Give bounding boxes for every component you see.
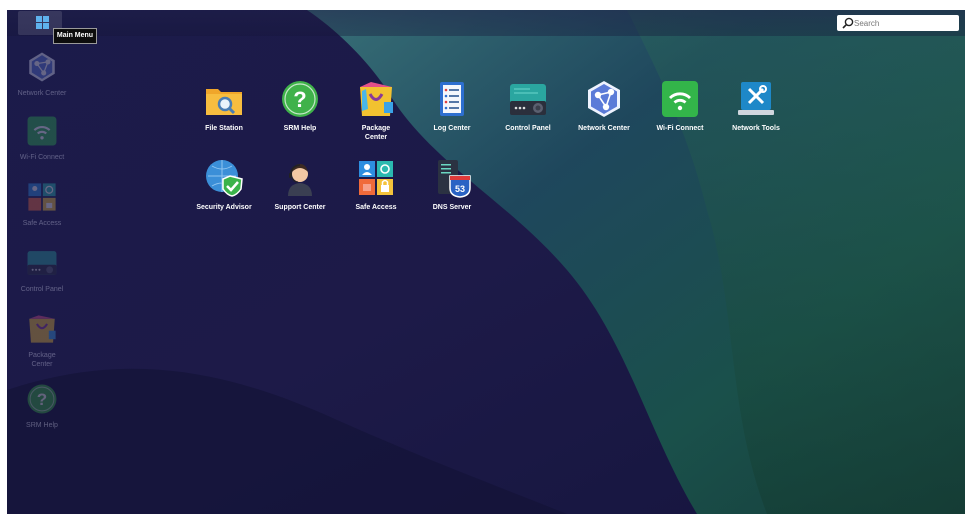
app-label: Log Center: [433, 125, 471, 132]
app-log-center[interactable]: Log Center: [417, 79, 487, 133]
app-label: Network Center: [578, 125, 630, 132]
safe-access-icon: [25, 180, 59, 214]
app-label: File Station: [205, 125, 243, 132]
desktop-shortcut-label: Control Panel: [20, 286, 64, 293]
file-station-icon: [204, 79, 244, 119]
search-box[interactable]: [837, 15, 959, 31]
control-panel-icon: [508, 79, 548, 119]
app-label: Control Panel: [505, 125, 551, 132]
package-center-icon: [25, 312, 59, 346]
desktop-shortcut-control-panel[interactable]: Control Panel: [7, 246, 77, 294]
desktop-shortcut-network-center[interactable]: Network Center: [7, 50, 77, 98]
app-label: Support Center: [274, 204, 326, 211]
app-srm-help[interactable]: ? SRM Help: [265, 79, 335, 133]
search-input[interactable]: [854, 15, 954, 31]
app-control-panel[interactable]: Control Panel: [493, 79, 563, 133]
support-center-icon: [280, 158, 320, 198]
security-advisor-icon: [204, 158, 244, 198]
desktop-shortcut-label: Package Center: [28, 352, 56, 368]
app-label: Security Advisor: [196, 204, 252, 211]
app-dns-server[interactable]: 53 DNS Server: [417, 158, 487, 212]
app-security-advisor[interactable]: Security Advisor: [189, 158, 259, 212]
dns-server-icon: 53: [432, 158, 472, 198]
app-wifi-connect[interactable]: Wi-Fi Connect: [645, 79, 715, 133]
safe-access-icon: [356, 158, 396, 198]
taskbar: [7, 10, 965, 36]
package-center-icon: [356, 79, 396, 119]
desktop-shortcut-wifi-connect[interactable]: Wi-Fi Connect: [7, 114, 77, 162]
dns-badge-text: 53: [455, 184, 465, 194]
srm-help-icon: ?: [25, 382, 59, 416]
desktop-shortcut-package-center[interactable]: Package Center: [7, 312, 77, 369]
app-file-station[interactable]: File Station: [189, 79, 259, 133]
app-label: Wi-Fi Connect: [656, 125, 704, 132]
desktop-shortcut-label: Wi-Fi Connect: [19, 154, 65, 161]
svg-text:?: ?: [293, 87, 306, 112]
desktop-shortcut-srm-help[interactable]: ? SRM Help: [7, 382, 77, 430]
log-center-icon: [432, 79, 472, 119]
network-tools-icon: [736, 79, 776, 119]
search-icon: [842, 17, 854, 29]
app-label: Network Tools: [732, 125, 780, 132]
desktop-shortcut-label: Network Center: [17, 90, 67, 97]
network-center-icon: [25, 50, 59, 84]
control-panel-icon: [25, 246, 59, 280]
app-label: Safe Access: [355, 204, 397, 211]
desktop: Main Menu Network Center Wi-Fi Connect S…: [7, 10, 965, 514]
network-center-icon: [584, 79, 624, 119]
app-network-tools[interactable]: Network Tools: [721, 79, 791, 133]
desktop-shortcut-safe-access[interactable]: Safe Access: [7, 180, 77, 228]
desktop-shortcut-label: Safe Access: [22, 220, 62, 227]
app-label: Package Center: [361, 125, 391, 141]
app-network-center[interactable]: Network Center: [569, 79, 639, 133]
wifi-connect-icon: [25, 114, 59, 148]
srm-help-icon: ?: [280, 79, 320, 119]
app-package-center[interactable]: Package Center: [341, 79, 411, 142]
wifi-connect-icon: [660, 79, 700, 119]
app-support-center[interactable]: Support Center: [265, 158, 335, 212]
app-safe-access[interactable]: Safe Access: [341, 158, 411, 212]
svg-text:?: ?: [37, 390, 47, 409]
main-menu-tooltip: Main Menu: [53, 28, 97, 44]
app-label: SRM Help: [283, 125, 317, 132]
desktop-shortcut-label: SRM Help: [26, 422, 58, 429]
app-label: DNS Server: [432, 204, 472, 211]
